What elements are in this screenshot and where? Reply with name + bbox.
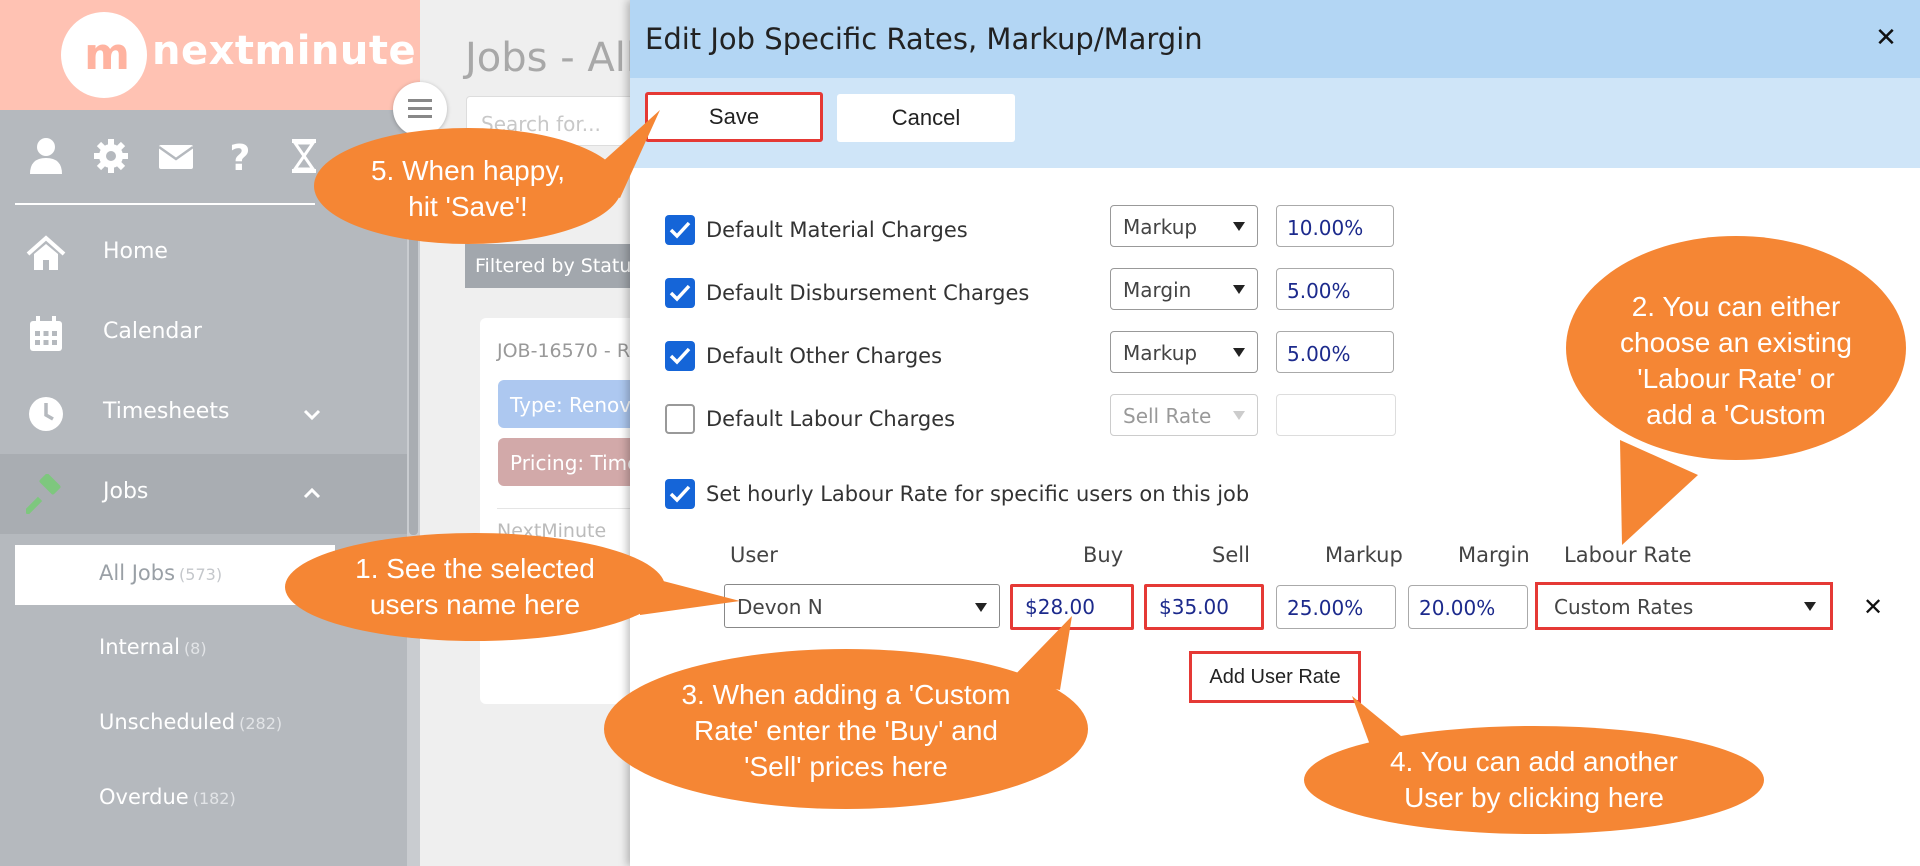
callout-4-text: 4. You can add another User by clicking h… — [1389, 746, 1679, 813]
callout-5-text: 5. When happy, hit 'Save'! — [370, 155, 566, 222]
callout-1-text: 1. See the selected users name here — [355, 553, 595, 620]
callout-pointer — [1620, 440, 1698, 545]
callout-2-text: 2. You can either choose an existing 'Labo… — [1620, 291, 1852, 430]
callout-3-text: 3. When adding a 'Custom Rate' enter the … — [681, 679, 1011, 782]
